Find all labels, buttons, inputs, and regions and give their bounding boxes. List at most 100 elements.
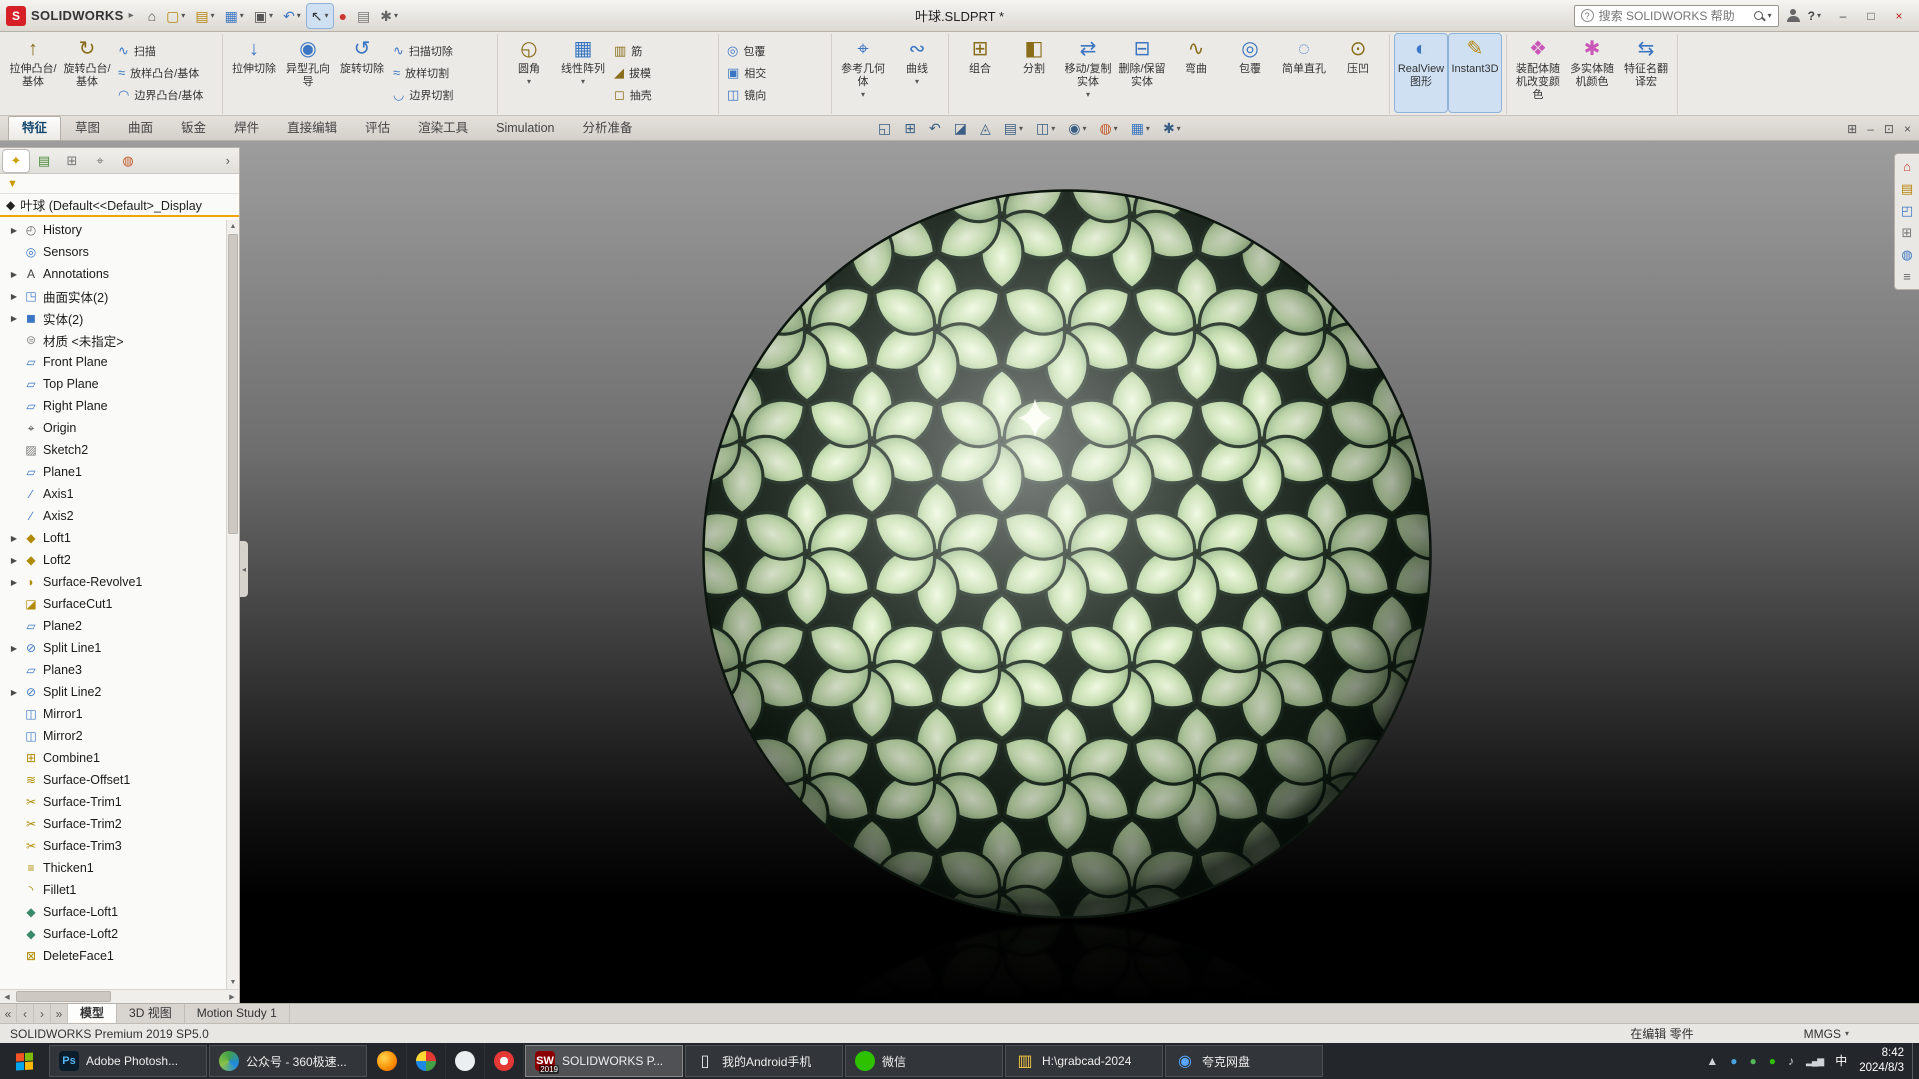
options-button[interactable]: ✱ ▾: [376, 4, 402, 28]
tray-network-icon[interactable]: ▂▄▆: [1806, 1056, 1824, 1066]
tree-item-Surface-Loft1[interactable]: ◆ Surface-Loft1: [2, 901, 225, 923]
tab-Simulation[interactable]: Simulation: [482, 116, 568, 140]
tree-item-Combine1[interactable]: ⊞ Combine1: [2, 747, 225, 769]
tab-评估[interactable]: 评估: [351, 116, 404, 140]
draft-button[interactable]: ◢ 拔模: [611, 62, 713, 83]
taskbar-explorer-grabcad-button[interactable]: ▥ H:\grabcad-2024: [1005, 1045, 1163, 1077]
tree-item-Mirror1[interactable]: ◫ Mirror1: [2, 703, 225, 725]
tree-item-Loft2[interactable]: ▶ ◆ Loft2: [2, 549, 225, 571]
view-palette-button[interactable]: ⊞: [1902, 226, 1913, 239]
doc-tab-3D 视图[interactable]: 3D 视图: [117, 1004, 185, 1023]
menu-expand-arrow-icon[interactable]: ▸: [129, 10, 134, 21]
wrap-2-button[interactable]: ◎ 包覆: [1224, 34, 1276, 112]
doc-tab-模型[interactable]: 模型: [68, 1004, 118, 1023]
tree-item-Sensors[interactable]: ◎ Sensors: [2, 241, 225, 263]
simple-hole-button[interactable]: ◌ 简单直孔: [1278, 34, 1330, 112]
expand-arrow-icon[interactable]: ▶: [9, 688, 19, 697]
tree-item-Axis2[interactable]: ∕ Axis2: [2, 505, 225, 527]
curves-button[interactable]: ∾ 曲线 ▾: [891, 34, 943, 112]
scroll-thumb[interactable]: [16, 991, 111, 1002]
doc-tab-nav-0[interactable]: «: [0, 1004, 17, 1023]
swept-boss-button[interactable]: ∿ 扫描: [115, 40, 217, 61]
help-button[interactable]: ? ▾: [1808, 9, 1821, 23]
rib-button[interactable]: ▥ 筋: [611, 40, 713, 61]
rebuild-button[interactable]: ●: [335, 4, 351, 28]
tree-horizontal-scrollbar[interactable]: ◀ ▶: [0, 989, 239, 1003]
file-properties-button[interactable]: ▤: [353, 4, 374, 28]
taskbar-clock[interactable]: 8:42 2024/8/3: [1859, 1046, 1904, 1076]
tree-item-DeleteFace1[interactable]: ⊠ DeleteFace1: [2, 945, 225, 967]
home-button[interactable]: ⌂: [144, 4, 160, 28]
extruded-boss-button[interactable]: ↑ 拉伸凸台/基体: [7, 34, 59, 112]
expand-arrow-icon[interactable]: ▶: [9, 292, 19, 301]
taskbar-photoshop-button[interactable]: Ps Adobe Photosh...: [49, 1045, 207, 1077]
tree-vertical-scrollbar[interactable]: ▲ ▼: [226, 220, 239, 989]
tree-item-Surface-Loft2[interactable]: ◆ Surface-Loft2: [2, 923, 225, 945]
revolved-boss-button[interactable]: ↻ 旋转凸台/基体: [61, 34, 113, 112]
panel-splitter[interactable]: ◂: [240, 541, 248, 597]
select-button[interactable]: ↖ ▾: [305, 2, 334, 29]
tab-特征[interactable]: 特征: [8, 116, 62, 140]
zoom-fit-button[interactable]: ◱: [878, 120, 891, 137]
taskbar-quark-pan-button[interactable]: ◉ 夸克网盘: [1165, 1045, 1323, 1077]
tree-item-曲面实体(2)[interactable]: ▶ ◳ 曲面实体(2): [2, 285, 225, 307]
taskbar-browser-360-window-button[interactable]: 公众号 - 360极速...: [209, 1045, 367, 1077]
solidworks-resources-button[interactable]: ⌂: [1903, 160, 1911, 173]
tree-root-item[interactable]: ◆ 叶球 (Default<<Default>_Display: [0, 194, 239, 217]
feature-name-translate-button[interactable]: ⇆ 特征名翻译宏: [1620, 34, 1672, 112]
expand-arrow-icon[interactable]: ▶: [9, 534, 19, 543]
dimxpert-tab-button[interactable]: ⌖: [87, 150, 113, 172]
indent-button[interactable]: ⊙ 压凹: [1332, 34, 1384, 112]
doc-minimize-button[interactable]: –: [1867, 122, 1874, 136]
tree-item-实体(2)[interactable]: ▶ ◼ 实体(2): [2, 307, 225, 329]
tab-草图[interactable]: 草图: [61, 116, 114, 140]
doc-close-button[interactable]: ×: [1904, 122, 1911, 136]
tree-item-Surface-Offset1[interactable]: ≋ Surface-Offset1: [2, 769, 225, 791]
tab-直接编辑[interactable]: 直接编辑: [273, 116, 351, 140]
tree-item-材质 <未指定>[interactable]: ⊜ 材质 <未指定>: [2, 329, 225, 351]
tray-app-blue-icon[interactable]: ●: [1730, 1055, 1737, 1067]
section-view-button[interactable]: ◪: [954, 120, 967, 137]
tree-item-SurfaceCut1[interactable]: ◪ SurfaceCut1: [2, 593, 225, 615]
filter-icon[interactable]: ▼: [7, 178, 18, 190]
tree-item-Surface-Revolve1[interactable]: ▶ ◗ Surface-Revolve1: [2, 571, 225, 593]
appearances-button[interactable]: ◍: [1901, 248, 1912, 261]
flex-button[interactable]: ∿ 弯曲: [1170, 34, 1222, 112]
move-copy-body-button[interactable]: ⇄ 移动/复制实体 ▾: [1062, 34, 1114, 112]
design-library-button[interactable]: ▤: [1901, 182, 1913, 195]
tree-item-Thicken1[interactable]: ≡ Thicken1: [2, 857, 225, 879]
zoom-area-button[interactable]: ⊞: [904, 120, 916, 137]
taskbar-wechat-button[interactable]: 微信: [845, 1045, 1003, 1077]
previous-view-button[interactable]: ↶: [929, 120, 941, 137]
lofted-cut-button[interactable]: ≈ 放样切割: [390, 62, 492, 83]
open-file-button[interactable]: ▤ ▾: [191, 4, 218, 28]
tree-item-Sketch2[interactable]: ▨ Sketch2: [2, 439, 225, 461]
wrap-button[interactable]: ◎ 包覆: [724, 40, 826, 61]
tray-expand-icon[interactable]: ▲: [1706, 1055, 1718, 1067]
viewport[interactable]: Y X Z *等轴测 ⌂▤◰⊞◍≡: [0, 141, 1919, 1003]
tree-filter-row[interactable]: ▼: [0, 174, 239, 194]
tree-item-Top Plane[interactable]: ▱ Top Plane: [2, 373, 225, 395]
tree-item-Mirror2[interactable]: ◫ Mirror2: [2, 725, 225, 747]
tab-分析准备[interactable]: 分析准备: [569, 116, 647, 140]
scroll-thumb[interactable]: [228, 234, 238, 534]
tree-item-Surface-Trim1[interactable]: ✂ Surface-Trim1: [2, 791, 225, 813]
tree-item-Split Line1[interactable]: ▶ ⊘ Split Line1: [2, 637, 225, 659]
tree-item-Surface-Trim2[interactable]: ✂ Surface-Trim2: [2, 813, 225, 835]
realview-graphics-button[interactable]: ◐ RealView图形: [1394, 33, 1448, 113]
taskbar-pinned-browser-button[interactable]: [368, 1043, 407, 1079]
scroll-right-icon[interactable]: ▶: [225, 993, 239, 1001]
tray-volume-icon[interactable]: ♪: [1788, 1055, 1794, 1067]
tree-item-Plane2[interactable]: ▱ Plane2: [2, 615, 225, 637]
tab-渲染工具[interactable]: 渲染工具: [404, 116, 482, 140]
fillet-button[interactable]: ◵ 圆角 ▾: [503, 34, 555, 112]
scroll-track[interactable]: [14, 990, 225, 1003]
delete-keep-body-button[interactable]: ⊟ 删除/保留实体: [1116, 34, 1168, 112]
print-button[interactable]: ▣ ▾: [250, 4, 277, 28]
instant3d-button[interactable]: ✎ Instant3D: [1448, 33, 1502, 113]
tray-ime-icon[interactable]: 中: [1835, 1055, 1847, 1067]
tree-item-Origin[interactable]: ⌖ Origin: [2, 417, 225, 439]
search-caret-icon[interactable]: ▾: [1768, 11, 1772, 20]
close-button[interactable]: ×: [1885, 5, 1913, 27]
model-sphere[interactable]: [700, 187, 1434, 921]
